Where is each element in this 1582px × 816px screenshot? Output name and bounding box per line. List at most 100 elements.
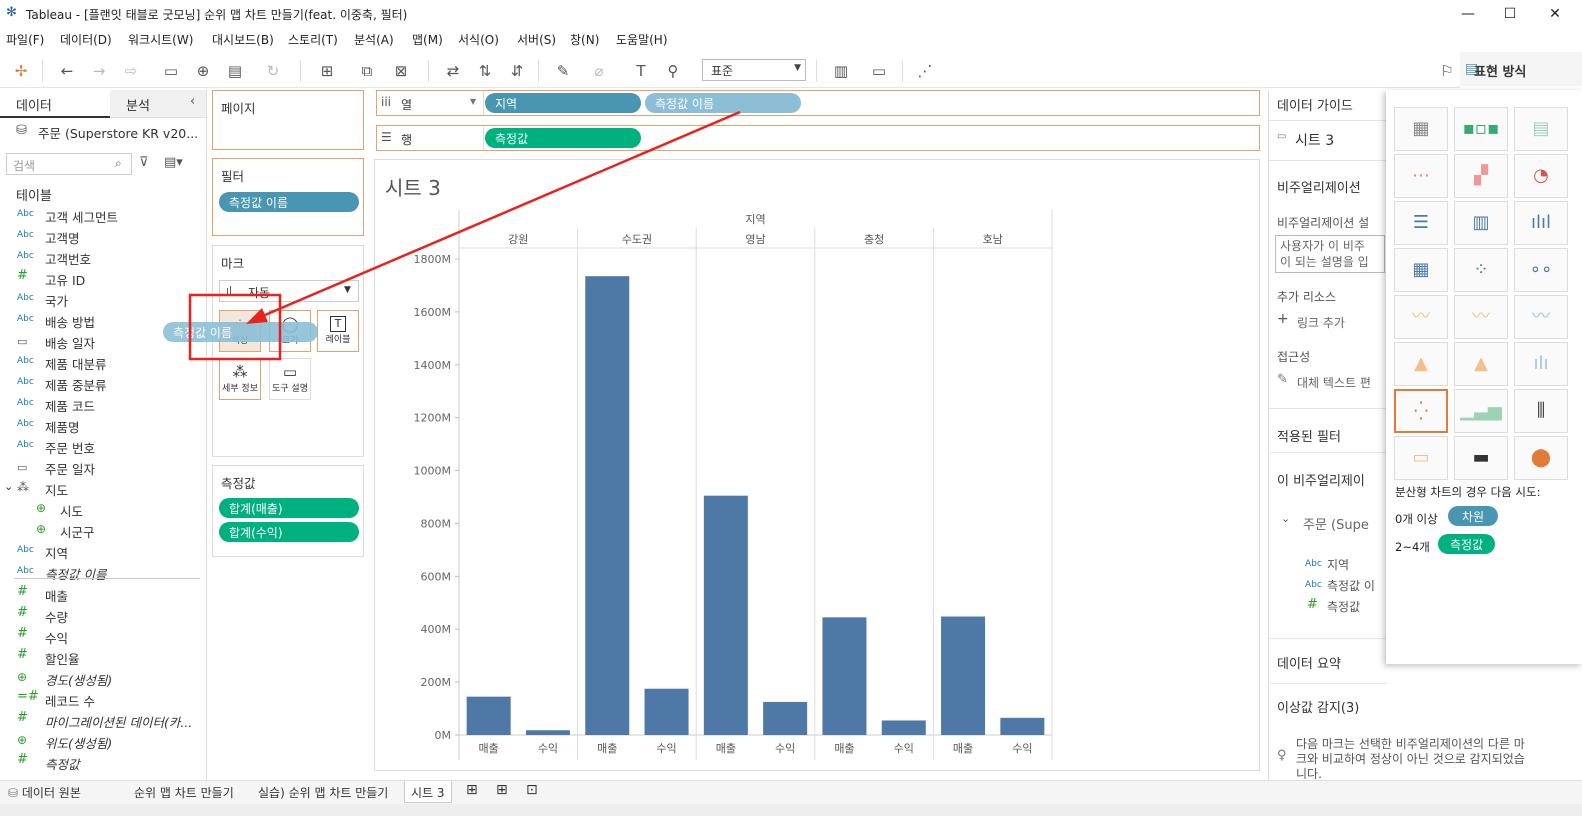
minimize-icon[interactable]: — — [1458, 4, 1478, 24]
histogram-thumb[interactable]: ▁▃▅ — [1454, 389, 1508, 433]
label-button[interactable]: T 레이블 — [317, 310, 359, 352]
area-discrete-thumb[interactable]: ▲ — [1454, 342, 1508, 386]
menu-item[interactable]: 대시보드(B) — [212, 31, 274, 48]
menu-item[interactable]: 도움말(H) — [616, 31, 668, 48]
area-continuous-thumb[interactable]: ▲ — [1394, 342, 1448, 386]
highlight-icon[interactable]: ✎ — [552, 60, 574, 82]
clear-sheet-icon[interactable]: ⊠ — [390, 60, 412, 82]
field-item[interactable]: # 고유 ID — [0, 268, 200, 288]
stacked-bar-thumb[interactable]: ▥ — [1454, 201, 1508, 245]
tab-data[interactable]: 데이터 — [0, 90, 110, 118]
new-worksheet-icon[interactable]: ⊞ — [316, 60, 338, 82]
field-item[interactable]: ⊕ 시도 — [0, 499, 200, 519]
field-item[interactable]: Abc 제품명 — [0, 415, 200, 435]
menu-item[interactable]: 데이터(D) — [60, 31, 112, 48]
duplicate-icon[interactable]: ⧉ — [356, 60, 378, 82]
symbol-map-thumb[interactable]: ⋯ — [1394, 154, 1448, 198]
field-item[interactable]: Abc 주문 번호 — [0, 436, 200, 456]
dual-combination-thumb[interactable]: ılı — [1514, 342, 1568, 386]
menu-item[interactable]: 분석(A) — [354, 31, 394, 48]
search-input[interactable]: 검색 ⌕ — [6, 153, 132, 175]
field-item[interactable]: ⊕ 시군구 — [0, 520, 200, 540]
horizontal-bar-thumb[interactable]: ☰ — [1394, 201, 1448, 245]
menu-item[interactable]: 서식(O) — [458, 31, 499, 48]
field-item[interactable]: Abc 지역 — [0, 541, 200, 561]
treemap-thumb[interactable]: ▦ — [1394, 248, 1448, 292]
field-item[interactable]: # 수량 — [0, 605, 200, 625]
filled-map-thumb[interactable]: ▞ — [1454, 154, 1508, 198]
label-icon[interactable]: T — [630, 60, 652, 82]
menu-item[interactable]: 창(N) — [570, 31, 599, 48]
filter-pill[interactable]: 측정값 이름 — [219, 192, 359, 212]
new-sheet-icon[interactable]: ⊞ — [460, 782, 484, 798]
field-item[interactable]: =# 레코드 수 — [0, 689, 200, 709]
field-item[interactable]: Abc 국가 — [0, 289, 200, 309]
columns-shelf[interactable]: iii 열 ▼ 지역 측정값 이름 — [376, 90, 1260, 116]
menu-item[interactable]: 서버(S) — [517, 31, 556, 48]
measure-pill[interactable]: 합계(매출) — [219, 498, 359, 518]
chevron-down-icon[interactable]: ⌄ — [1281, 512, 1290, 525]
filters-shelf[interactable]: 필터 측정값 이름 — [212, 158, 364, 236]
sheet-tab[interactable]: 순위 맵 차트 만들기 — [128, 784, 240, 801]
circle-view-thumb[interactable]: ⁘ — [1454, 248, 1508, 292]
collapse-icon[interactable]: ‹ — [190, 94, 195, 109]
save-icon[interactable]: ▭ — [160, 60, 182, 82]
field-item[interactable]: ▭ 주문 일자 — [0, 457, 200, 477]
columns-pill[interactable]: 측정값 이름 — [645, 93, 801, 113]
field-item[interactable]: # 측정값 — [0, 752, 200, 772]
field-item[interactable]: Abc 고객 세그먼트 — [0, 205, 200, 225]
close-icon[interactable]: ✕ — [1545, 4, 1565, 24]
pin-icon[interactable]: ⚲ — [662, 60, 684, 82]
field-item[interactable]: # 마이그레이션된 데이터(카... — [0, 710, 200, 730]
desc-input[interactable]: 사용자가 이 비주 이 되는 설명을 입 — [1275, 235, 1385, 273]
field-item[interactable]: Abc 고객명 — [0, 226, 200, 246]
group-icon[interactable]: ⌀ — [588, 60, 610, 82]
scatter-plot-thumb[interactable]: ⁛ — [1394, 389, 1448, 433]
datasource-tab[interactable]: ⛁ 데이터 원본 — [2, 784, 87, 801]
new-story-icon[interactable]: ⊡ — [520, 782, 544, 798]
detail-button[interactable]: ⁂ 세부 정보 — [219, 358, 261, 400]
line-discrete-thumb[interactable]: 〰 — [1454, 295, 1508, 339]
pages-shelf[interactable]: 페이지 — [212, 90, 364, 150]
side-by-side-circle-thumb[interactable]: ∘∘ — [1514, 248, 1568, 292]
menu-item[interactable]: 스토리(T) — [288, 31, 338, 48]
text-table-thumb[interactable]: ▦ — [1394, 107, 1448, 151]
field-item[interactable]: Abc 측정값 이름 — [0, 562, 200, 582]
rows-pill[interactable]: 측정값 — [485, 128, 641, 148]
field-item[interactable]: Abc 제품 대분류 — [0, 352, 200, 372]
dragged-pill[interactable]: 측정값 이름 — [163, 322, 318, 342]
menu-item[interactable]: 파일(F) — [6, 31, 44, 48]
field-item[interactable]: # 매출 — [0, 584, 200, 604]
sort-desc-icon[interactable]: ⇵ — [506, 60, 528, 82]
pin-pane-icon[interactable]: ⚐ — [1436, 60, 1458, 82]
field-item[interactable]: ⊕ 경도(생성됨) — [0, 668, 200, 688]
pause-update-icon[interactable]: ▤ — [224, 60, 246, 82]
gantt-chart-thumb[interactable]: ▭ — [1394, 436, 1448, 480]
refresh-icon[interactable]: ↻ — [262, 60, 284, 82]
new-dashboard-icon[interactable]: ⊞ — [490, 782, 514, 798]
field-item[interactable]: # 수익 — [0, 626, 200, 646]
redo-icon[interactable]: → — [88, 60, 110, 82]
maximize-icon[interactable]: ☐ — [1500, 4, 1520, 24]
view-options-icon[interactable]: ▤▾ — [164, 155, 183, 170]
bullet-graph-thumb[interactable]: ▬ — [1454, 436, 1508, 480]
box-whisker-thumb[interactable]: ⫼ — [1514, 389, 1568, 433]
measure-pill[interactable]: 합계(수익) — [219, 522, 359, 542]
pie-chart-thumb[interactable]: ◔ — [1514, 154, 1568, 198]
sheet-tab[interactable]: 실습) 순위 맵 차트 만들기 — [252, 784, 394, 801]
sort-asc-icon[interactable]: ⇅ — [474, 60, 496, 82]
filter-icon[interactable]: ⊽ — [139, 155, 149, 170]
fit-select[interactable]: 표준 ▼ — [702, 59, 806, 81]
datasource-name[interactable]: 주문 (Superstore KR v20... — [38, 123, 198, 142]
heat-map-thumb[interactable]: ▪▫▪ — [1454, 107, 1508, 151]
field-item[interactable]: ⁂ 지도 ⌄ — [0, 478, 200, 498]
alt-text[interactable]: 대체 텍스트 편 — [1297, 374, 1371, 391]
swap-icon[interactable]: ⇄ — [442, 60, 464, 82]
tableau-home-icon[interactable]: ✢ — [10, 60, 32, 82]
chevron-down-icon[interactable]: ⌄ — [4, 480, 13, 493]
presentation-icon[interactable]: ▭ — [868, 60, 890, 82]
field-item[interactable]: # 할인율 — [0, 647, 200, 667]
highlight-table-thumb[interactable]: ▤ — [1514, 107, 1568, 151]
field-item[interactable]: ⊕ 위도(생성됨) — [0, 731, 200, 751]
share-icon[interactable]: ⋰ — [914, 60, 936, 82]
